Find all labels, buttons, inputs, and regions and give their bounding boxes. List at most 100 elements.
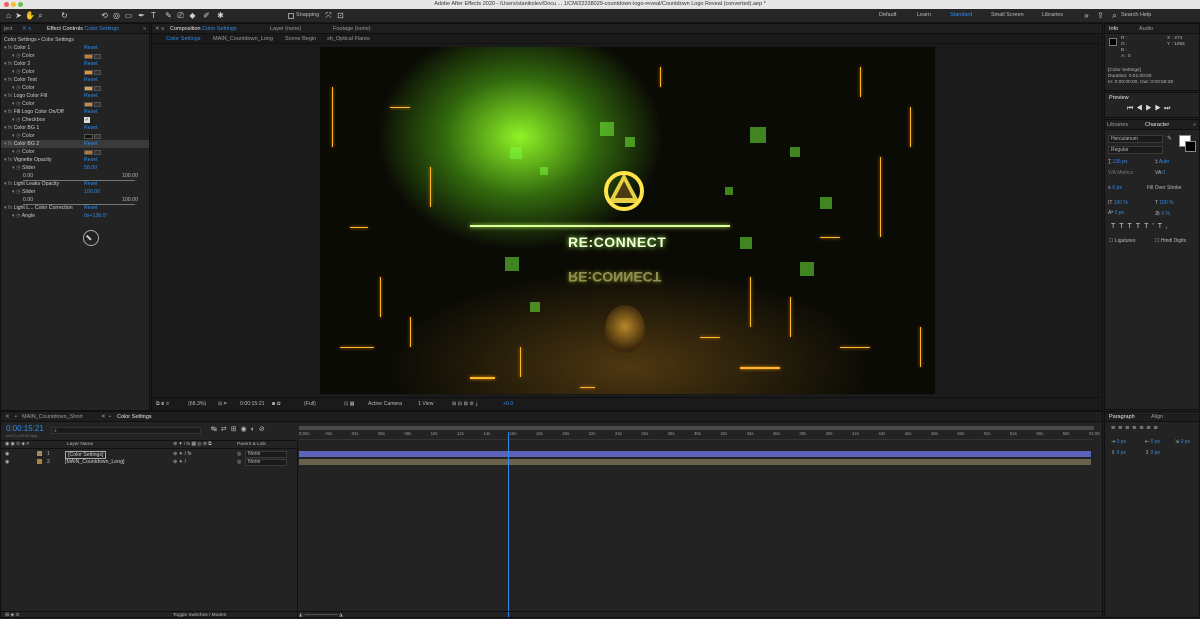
expand-arrow-icon[interactable]: ▾ [12,53,15,59]
tab-main-countdown-short[interactable]: MAIN_Countdown_Short [22,414,83,420]
expand-arrow-icon[interactable]: ▾ [4,45,7,51]
tab-paragraph[interactable]: Paragraph [1109,414,1135,420]
property-value[interactable]: 0x+136.0° [84,212,108,220]
expand-arrow-icon[interactable]: ▾ [4,141,7,147]
clone-stamp-icon[interactable]: ⎚ [176,11,185,20]
fx-icon[interactable]: fx [8,125,12,131]
tab-composition[interactable]: Composition Color Settings [170,26,237,32]
tab-libraries[interactable]: Libraries [1107,122,1128,128]
reset-link[interactable]: Reset [84,92,98,100]
close-tab-icon[interactable]: ✕ [5,414,10,420]
parent-pickwhip-icon[interactable]: ◎ [237,450,242,458]
reset-link[interactable]: Reset [84,124,98,132]
horizontal-scale-field[interactable]: T 100 % [1155,200,1174,206]
expand-arrow-icon[interactable]: ▾ [4,205,7,211]
stroke-mode-dropdown[interactable]: Fill Over Stroke [1147,185,1181,191]
expand-arrow-icon[interactable]: ▾ [4,61,7,67]
expand-arrow-icon[interactable]: ▾ [12,149,15,155]
alignment-buttons[interactable]: ≡≡≡≡≡≡≡ [1111,425,1161,432]
stopwatch-icon[interactable]: ◷ [16,53,21,59]
visibility-icon[interactable]: ◉ [5,458,10,466]
parent-dropdown[interactable]: None [245,450,287,458]
workspace-default[interactable]: Default [879,12,896,18]
pan-behind-icon[interactable]: ◎ [112,11,121,20]
layer-row[interactable]: ◉ 2 [MAIN_Countdown_Long] ⊕ ✦ / ◎ None [1,458,298,466]
layer-switches[interactable]: ⊕ ✦ / [173,458,186,466]
expand-arrow-icon[interactable]: ▾ [12,189,15,195]
views-dropdown[interactable]: 1 View [418,398,433,411]
reset-link[interactable]: Reset [84,108,98,116]
baseline-shift-field[interactable]: Aª 0 px [1108,210,1124,216]
fx-icon[interactable]: fx [8,93,12,99]
playhead[interactable] [508,432,510,617]
workspace-learn[interactable]: Learn [917,12,931,18]
parent-column[interactable]: Parent & Link [237,441,266,449]
panel-overflow-icon[interactable]: » [1193,122,1196,128]
reset-link[interactable]: Reset [84,76,98,84]
region-icon[interactable]: ⊡ ▦ [344,398,355,411]
fx-icon[interactable]: fx [8,77,12,83]
tab-effect-controls[interactable]: Effect Controls Color Settings [47,26,119,32]
tab-color-settings[interactable]: Color Settings [117,414,152,420]
reset-link[interactable]: Reset [84,140,98,148]
tab-audio[interactable]: Audio [1139,26,1153,32]
expand-arrow-icon[interactable]: ▾ [12,101,15,107]
visibility-icon[interactable]: ◉ [5,450,10,458]
expand-arrow-icon[interactable]: ▾ [12,69,15,75]
brush-tool-icon[interactable]: ✎ [164,11,173,20]
ligatures-checkbox[interactable]: ☐ Ligatures [1109,238,1135,244]
reset-link[interactable]: Reset [84,156,98,164]
close-tab-icon[interactable]: ✕ ≡ [22,26,31,32]
panel-overflow-icon[interactable]: » [143,26,146,32]
stopwatch-icon[interactable]: ◷ [16,117,21,123]
exposure-value[interactable]: +0.0 [503,398,513,411]
tsume-field[interactable]: あ 0 % [1155,210,1170,217]
close-icon[interactable] [4,2,9,7]
checkbox[interactable]: ✓ [84,117,90,123]
eyedropper-icon[interactable]: ✎ [1167,135,1172,142]
current-time-display[interactable]: 0:00:15:21 [6,424,44,433]
tab-align[interactable]: Align [1151,414,1163,420]
label-color[interactable] [37,459,42,464]
text-style-buttons[interactable]: TTTTT'T, [1111,223,1171,230]
property-value[interactable]: 100.00 [84,188,100,196]
expand-arrow-icon[interactable]: ▾ [12,85,15,91]
layer-row[interactable]: ◉ 1 [Color Settings] ⊕ ✦ / fx ◎ None [1,450,298,459]
expand-arrow-icon[interactable]: ▾ [12,165,15,171]
workspace-libraries[interactable]: Libraries [1042,12,1063,18]
snap-options-icon[interactable]: ⤧ [324,11,333,20]
grid-icon[interactable]: ⊟ ⌗ [218,398,227,411]
zoom-icon[interactable] [18,2,23,7]
type-tool-icon[interactable]: T [149,11,158,20]
expand-arrow-icon[interactable]: ▾ [4,157,7,163]
stopwatch-icon[interactable]: ◷ [16,213,21,219]
workspace-standard[interactable]: Standard [950,12,972,18]
reset-link[interactable]: Reset [84,44,98,52]
expand-arrow-icon[interactable]: ▾ [4,125,7,131]
layer-name-column[interactable]: Layer Name [67,441,93,449]
stopwatch-icon[interactable]: ◷ [16,133,21,139]
stopwatch-icon[interactable]: ◷ [16,85,21,91]
puppet-tool-icon[interactable]: ✱ [216,11,225,20]
minimize-icon[interactable] [11,2,16,7]
close-tab-icon[interactable]: ✕ [101,414,106,420]
eraser-tool-icon[interactable]: ◆ [188,11,197,20]
breadcrumb-item[interactable]: sh_Optical Flares [327,36,370,42]
stopwatch-icon[interactable]: ◷ [16,101,21,107]
expand-arrow-icon[interactable]: ▾ [4,77,7,83]
property-value[interactable]: 58.00 [84,164,97,172]
expand-arrow-icon[interactable]: ▾ [4,181,7,187]
breadcrumb-item[interactable]: MAIN_Countdown_Long [213,36,273,42]
stroke-color-swatch[interactable] [1185,141,1196,152]
preview-transport[interactable]: ⏮◀▶▶⏭ [1127,105,1173,113]
space-after-field[interactable]: ↧ 0 px [1145,450,1160,456]
share-icon[interactable]: ⇪ [1096,11,1105,20]
layer-duration-bar[interactable] [299,459,1091,465]
indent-left-field[interactable]: ⇥ 0 px [1111,439,1126,445]
tracking-field[interactable]: VA 0 [1155,170,1165,176]
roto-brush-icon[interactable]: ✐ [202,11,211,20]
camera-dropdown[interactable]: Active Camera [368,398,402,411]
breadcrumb-item[interactable]: Scene Begin [285,36,316,42]
resolution-dropdown[interactable]: (Full) [304,398,316,411]
first-line-field[interactable]: ⇲ 0 px [1175,439,1190,445]
